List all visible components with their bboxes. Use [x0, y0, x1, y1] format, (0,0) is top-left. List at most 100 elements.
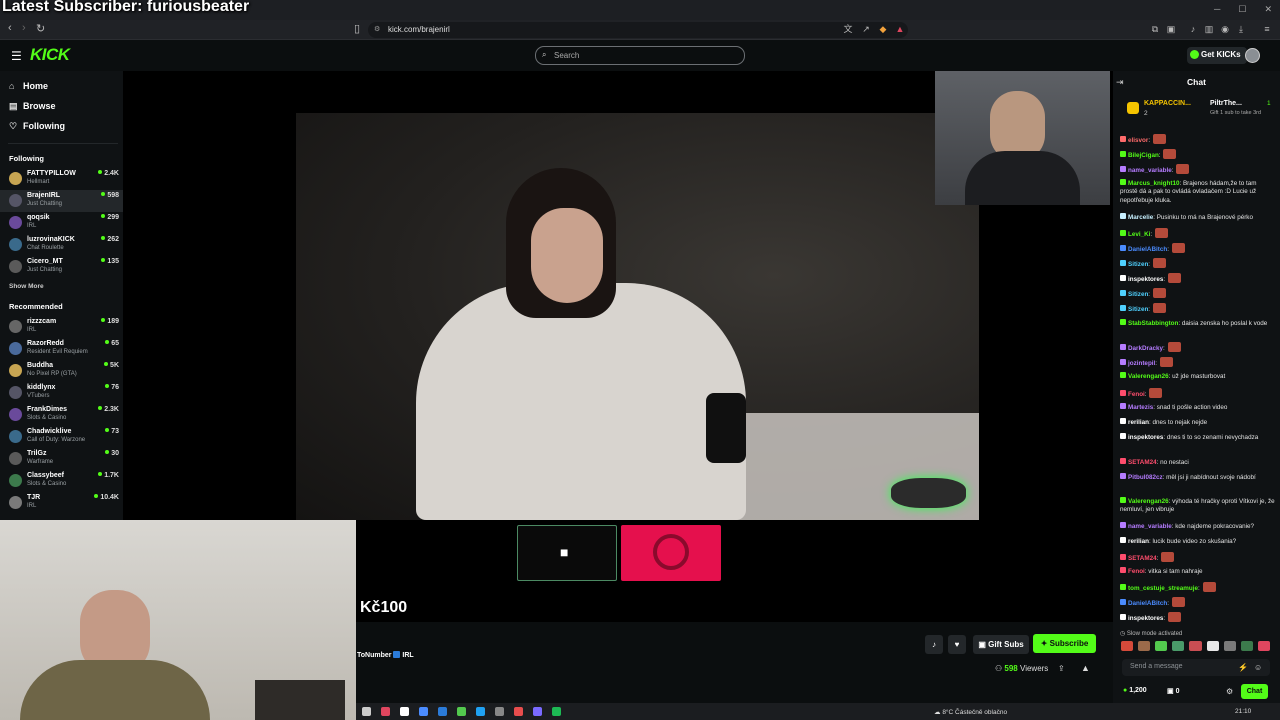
emote-bar[interactable]	[1120, 641, 1270, 652]
channel-item[interactable]: FATTYPILLOW Hellmart 2.4K	[0, 168, 123, 190]
chat-username[interactable]: DarkDracky	[1128, 345, 1163, 352]
taskbar-app-icon[interactable]	[552, 707, 561, 716]
chat-username[interactable]: rerilian	[1128, 419, 1149, 426]
chat-message[interactable]: StabStabbington: daisia zenska ho poslal…	[1120, 319, 1275, 328]
forward-icon[interactable]: ›	[22, 22, 26, 34]
sidebar-toggle-icon[interactable]: ▥	[1204, 24, 1214, 34]
chat-username[interactable]: inspektores	[1128, 434, 1163, 441]
close-icon[interactable]: ✕	[1264, 4, 1272, 15]
kicks-send-icon[interactable]: ⚡	[1238, 663, 1248, 672]
stream-video[interactable]	[296, 113, 979, 520]
taskbar-app-icon[interactable]	[514, 707, 523, 716]
chat-message[interactable]: jozintepil:	[1120, 357, 1275, 368]
chat-message[interactable]: name_variable: kde najdeme pokracovanie?	[1120, 522, 1275, 531]
chat-message[interactable]: DanielABitch:	[1120, 597, 1275, 608]
nav-browse[interactable]: ▤ Browse	[9, 101, 56, 112]
chat-message[interactable]: Marcus_knight10: Brajenos hádam,že to ta…	[1120, 179, 1275, 205]
chat-username[interactable]: Levi_Ki	[1128, 231, 1150, 238]
translate-icon[interactable]: 文	[843, 24, 853, 34]
media-icon[interactable]: ♪	[1188, 24, 1198, 34]
minimize-icon[interactable]: ─	[1214, 4, 1220, 15]
wallet-icon[interactable]: ▣	[1166, 24, 1176, 34]
taskbar-app-icon[interactable]	[438, 707, 447, 716]
taskbar-app-icon[interactable]	[400, 707, 409, 716]
taskbar-app-icon[interactable]	[533, 707, 542, 716]
kick-logo[interactable]: KICK	[30, 45, 70, 65]
reload-icon[interactable]: ↻	[36, 22, 45, 35]
emote-icon[interactable]	[1240, 641, 1253, 651]
chat-username[interactable]: name_variable	[1128, 167, 1172, 174]
chat-message[interactable]: SETAM24: no nestaci	[1120, 458, 1275, 467]
chat-message[interactable]: inspektores: dnes ti to so zenami nevych…	[1120, 433, 1275, 442]
channel-item[interactable]: Chadwicklive Call of Duty: Warzone 73	[0, 426, 123, 448]
rewards-icon[interactable]: ▲	[895, 24, 905, 34]
chat-message[interactable]: rerilian: lucik bude video zo skušania?	[1120, 537, 1275, 546]
subscribe-button[interactable]: ✦ Subscribe	[1033, 634, 1096, 653]
chat-settings-icon[interactable]: ⚙	[1226, 687, 1233, 696]
chat-message[interactable]: Pitbul082cz: měl jsi ji nabídnout svoje …	[1120, 473, 1275, 482]
user-avatar[interactable]	[1245, 48, 1260, 63]
emote-icon[interactable]	[1138, 641, 1151, 651]
nav-following[interactable]: ♡ Following	[9, 121, 65, 132]
downloads-icon[interactable]: ⤓	[1236, 24, 1246, 34]
chat-message[interactable]: inspektores:	[1120, 612, 1275, 623]
chat-username[interactable]: jozintepil	[1128, 360, 1155, 367]
weather-widget[interactable]: ☁ 8°C Částečně oblačno	[934, 708, 1007, 716]
channel-item[interactable]: kiddlynx VTubers 76	[0, 382, 123, 404]
show-more-link[interactable]: Show More	[9, 283, 44, 290]
gift-subs-button[interactable]: ▣ Gift Subs	[973, 635, 1029, 654]
chat-username[interactable]: Fenoi	[1128, 568, 1145, 575]
channel-item[interactable]: TJR IRL 10.4K	[0, 492, 123, 514]
nav-home[interactable]: ⌂ Home	[9, 81, 48, 91]
chat-message[interactable]: SETAM24:	[1120, 552, 1275, 563]
taskbar-app-icon[interactable]	[495, 707, 504, 716]
chat-username[interactable]: Fenoi	[1128, 391, 1145, 398]
channel-item[interactable]: qoqsik IRL 299	[0, 212, 123, 234]
emote-icon[interactable]	[1206, 641, 1219, 651]
chat-username[interactable]: Marcus_knight10	[1128, 180, 1179, 187]
emote-icon[interactable]	[1257, 641, 1270, 651]
chat-username[interactable]: DanielABitch	[1128, 246, 1167, 253]
channel-item[interactable]: Classybeef Slots & Casino 1.7K	[0, 470, 123, 492]
chat-message[interactable]: Sitizen:	[1120, 288, 1275, 299]
chat-message[interactable]: Fenoi:	[1120, 388, 1275, 399]
chat-message[interactable]: BilejCigan:	[1120, 149, 1275, 160]
kicks-balance[interactable]: ● 1,200	[1123, 687, 1147, 694]
site-info-icon[interactable]: ⚙	[374, 25, 380, 33]
extensions-icon[interactable]: ⧉	[1150, 24, 1160, 34]
share-stream-icon[interactable]: ⇪	[1058, 664, 1065, 673]
chat-message[interactable]: Valerengan26: výhoda té hračky oproti Ví…	[1120, 497, 1275, 515]
chat-message[interactable]: DanielABitch:	[1120, 243, 1275, 254]
shield-icon[interactable]: ◆	[878, 24, 888, 34]
chat-message[interactable]: Sitizen:	[1120, 303, 1275, 314]
emote-icon[interactable]	[1172, 641, 1185, 651]
chat-username[interactable]: Pitbul082cz	[1128, 474, 1163, 481]
emote-icon[interactable]	[1121, 641, 1134, 651]
chat-username[interactable]: Martezis	[1128, 404, 1153, 411]
emote-icon[interactable]	[1223, 641, 1236, 651]
search-input[interactable]: Search	[535, 46, 745, 65]
back-icon[interactable]: ‹	[8, 22, 12, 34]
chat-username[interactable]: tom_cestuje_streamuje	[1128, 585, 1198, 592]
report-icon[interactable]: ▲	[1081, 663, 1090, 673]
chat-message[interactable]: Levi_Ki:	[1120, 228, 1275, 239]
chat-username[interactable]: SETAM24	[1128, 459, 1157, 466]
channel-item[interactable]: FrankDimes Slots & Casino 2.3K	[0, 404, 123, 426]
share-icon[interactable]: ↗	[861, 24, 871, 34]
chat-username[interactable]: StabStabbington	[1128, 320, 1178, 327]
chat-message[interactable]: DarkDracky:	[1120, 342, 1275, 353]
taskbar-clock[interactable]: 21:10	[1235, 708, 1251, 715]
channel-item[interactable]: Cicero_MT Just Chatting 135	[0, 256, 123, 278]
profile-icon[interactable]: ◉	[1220, 24, 1230, 34]
notifications-button[interactable]: ♪	[925, 635, 943, 654]
chat-message[interactable]: Fenoi: vitka si tam nahraje	[1120, 567, 1275, 576]
follow-button[interactable]: ♥	[948, 635, 966, 654]
chat-username[interactable]: Marcelie	[1128, 214, 1153, 221]
channel-item[interactable]: Buddha No Pixel RP (GTA) 5K	[0, 360, 123, 382]
taskbar-app-icon[interactable]	[362, 707, 371, 716]
channel-item[interactable]: luzrovinaKICK Chat Roulette 262	[0, 234, 123, 256]
taskbar-app-icon[interactable]	[457, 707, 466, 716]
browser-menu-icon[interactable]: ≡	[1262, 24, 1272, 34]
emote-icon[interactable]	[1155, 641, 1168, 651]
taskbar-app-icon[interactable]	[381, 707, 390, 716]
